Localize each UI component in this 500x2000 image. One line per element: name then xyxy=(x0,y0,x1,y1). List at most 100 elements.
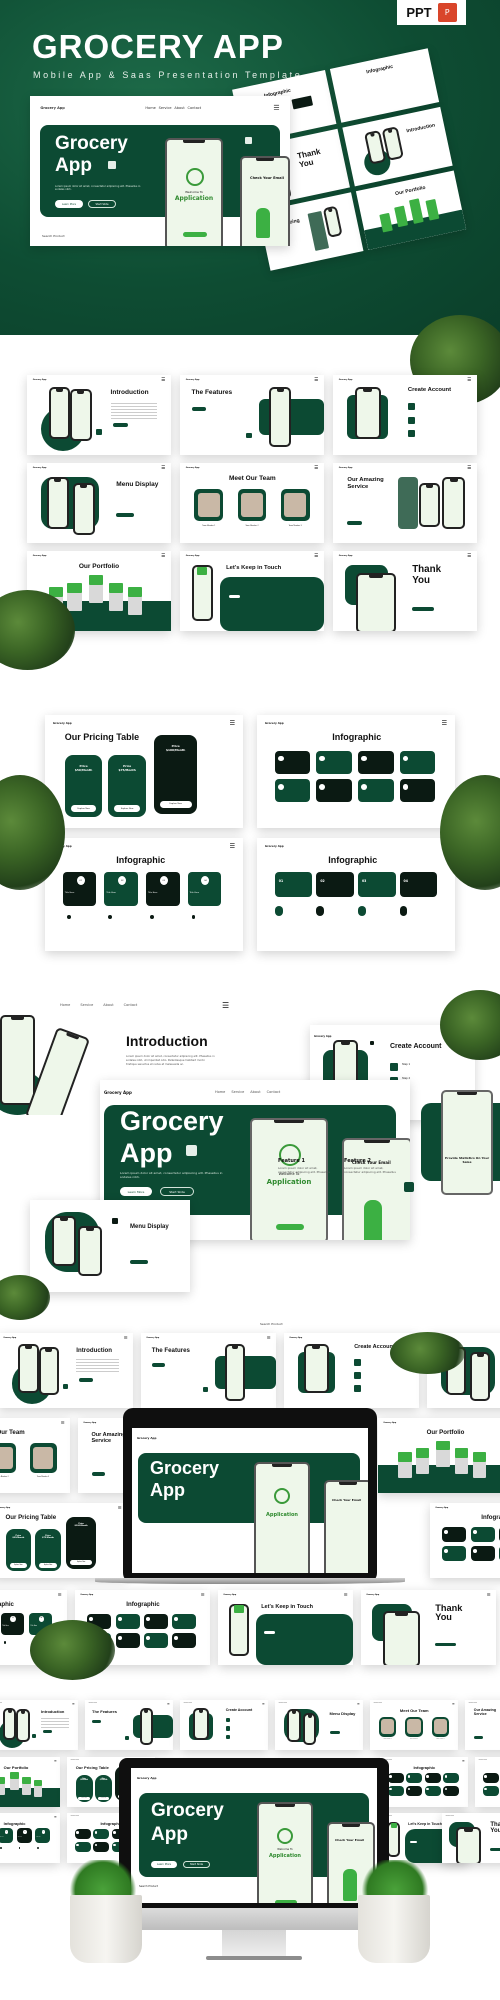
slide-service: Grocery App ☰ Our AmazingService xyxy=(333,463,477,543)
start-slide-button[interactable]: Start Slide xyxy=(160,1187,194,1196)
learn-more-button[interactable]: Learn More xyxy=(120,1187,152,1196)
bullet xyxy=(108,914,113,920)
hamburger-menu-icon[interactable]: ☰ xyxy=(314,554,318,559)
phone-mockup xyxy=(382,1611,421,1665)
start-slide-button[interactable]: Start Slide xyxy=(183,1861,210,1868)
infographic-card xyxy=(274,751,311,774)
team-member-photo xyxy=(407,1719,421,1734)
nav-link-about[interactable]: About xyxy=(174,106,184,110)
hamburger-menu-icon[interactable]: ☰ xyxy=(167,1702,170,1706)
hamburger-menu-icon[interactable]: ☰ xyxy=(54,1759,57,1763)
cover-title-line2: App xyxy=(151,1824,188,1845)
team-member-name: Team Member 3 xyxy=(36,1476,50,1478)
nav-link-service[interactable]: Service xyxy=(231,1090,244,1094)
nav-link-home[interactable]: Home xyxy=(215,1090,225,1094)
read-more-button xyxy=(92,1720,101,1723)
phone-welcome-text: Welcome To xyxy=(277,1848,293,1851)
nav-brand: Grocery App xyxy=(70,1759,79,1761)
nav-link-contact[interactable]: Contact xyxy=(124,1003,138,1007)
hamburger-menu-icon[interactable]: ☰ xyxy=(229,720,235,727)
get-started-button[interactable] xyxy=(275,1900,297,1903)
hamburger-menu-icon[interactable]: ☰ xyxy=(357,1702,360,1706)
phone-app-title: Application xyxy=(266,1512,298,1518)
learn-more-button[interactable]: Learn More xyxy=(151,1861,177,1868)
nav-link-contact[interactable]: Contact xyxy=(188,106,202,110)
team-member-photo xyxy=(381,1719,395,1734)
hamburger-menu-icon[interactable]: ☰ xyxy=(201,1593,205,1598)
hamburger-menu-icon[interactable]: ☰ xyxy=(467,378,471,383)
cover-body: Lorem ipsum dolor sit amet, consectetur … xyxy=(55,185,141,191)
explore-now-button[interactable]: Explore Now xyxy=(70,805,97,813)
hamburger-menu-icon[interactable]: ☰ xyxy=(124,1336,128,1341)
explore-now-button[interactable]: Explore Now xyxy=(97,1797,110,1800)
hamburger-menu-icon[interactable]: ☰ xyxy=(229,843,235,850)
hamburger-menu-icon[interactable]: ☰ xyxy=(467,554,471,559)
hamburger-menu-icon[interactable]: ☰ xyxy=(58,1593,62,1598)
hamburger-menu-icon[interactable]: ☰ xyxy=(462,1759,465,1763)
nav-link-about[interactable]: About xyxy=(250,1090,260,1094)
hamburger-menu-icon[interactable]: ☰ xyxy=(161,554,165,559)
hamburger-menu-icon[interactable]: ☰ xyxy=(487,1593,491,1598)
feature-1-body: Lorem ipsum dolor sit amet, consectetur … xyxy=(278,1166,330,1174)
slide-intro: Grocery App ☰ Introduction xyxy=(0,1700,78,1750)
slide-contact: Grocery App ☰ Let's Keep in Touch xyxy=(218,1590,353,1665)
team-member-name: Team Member 2 xyxy=(409,1739,418,1740)
get-started-button[interactable] xyxy=(183,232,207,237)
hamburger-menu-icon[interactable]: ☰ xyxy=(441,720,447,727)
infographic-item-title: Title Here xyxy=(189,892,200,895)
infographic-card xyxy=(93,1841,110,1852)
hamburger-menu-icon[interactable]: ☰ xyxy=(467,466,471,471)
learn-more-button[interactable]: Learn More xyxy=(55,200,83,208)
search-product[interactable]: Search Product xyxy=(139,1885,158,1888)
hamburger-menu-icon[interactable]: ☰ xyxy=(273,104,279,112)
nav-link-about[interactable]: About xyxy=(103,1003,113,1007)
infographic-card xyxy=(357,751,394,774)
explore-now-button[interactable]: Explore Now xyxy=(78,1797,90,1800)
hamburger-menu-icon[interactable]: ☰ xyxy=(262,1702,265,1706)
nav-link-service[interactable]: Service xyxy=(80,1003,93,1007)
hamburger-menu-icon[interactable]: ☰ xyxy=(118,1506,122,1511)
hamburger-menu-icon[interactable]: ☰ xyxy=(161,466,165,471)
phone-mockup xyxy=(304,1344,329,1393)
decor-square xyxy=(108,161,116,169)
hamburger-menu-icon[interactable]: ☰ xyxy=(72,1702,75,1706)
thanks-line2: You xyxy=(490,1828,500,1835)
hamburger-menu-icon[interactable]: ☰ xyxy=(452,1702,455,1706)
start-slide-button[interactable]: Start Slide xyxy=(88,200,116,208)
portfolio-item-header xyxy=(0,1777,6,1784)
number-circle xyxy=(316,905,325,916)
globe-icon xyxy=(277,1828,293,1844)
plan-price: Price$100/Month xyxy=(154,744,198,752)
feature-2-body: Lorem ipsum dolor sit amet, consectetur … xyxy=(344,1166,396,1174)
decor-block xyxy=(220,576,324,631)
explore-now-button[interactable]: Explore Now xyxy=(159,800,192,808)
nav-link-home[interactable]: Home xyxy=(145,106,155,110)
hamburger-menu-icon[interactable]: ☰ xyxy=(314,466,318,471)
plan-price: Price $50/Month xyxy=(76,1779,93,1781)
search-product[interactable]: Search Product xyxy=(42,234,65,238)
explore-now-button[interactable]: Explore Now xyxy=(39,1563,57,1568)
slide-menu: Grocery App ☰ Menu Display xyxy=(27,463,171,543)
hamburger-menu-icon[interactable]: ☰ xyxy=(267,1336,271,1341)
slide-title: Create Account xyxy=(407,387,452,393)
hamburger-menu-icon[interactable]: ☰ xyxy=(314,378,318,383)
nav-link-contact[interactable]: Contact xyxy=(267,1090,281,1094)
slide-title: Let's Keep in Touch xyxy=(226,565,282,572)
hamburger-menu-icon[interactable]: ☰ xyxy=(344,1593,348,1598)
number-circle xyxy=(399,905,408,916)
hamburger-menu-icon[interactable]: ☰ xyxy=(61,1421,65,1426)
portfolio-item-header xyxy=(109,583,124,594)
nav-link-home[interactable]: Home xyxy=(60,1003,70,1007)
phone-welcome: Welcome To Application xyxy=(165,138,223,246)
infographic-item-title: Title Here xyxy=(106,892,116,895)
explore-now-button[interactable]: Explore Now xyxy=(114,805,141,813)
decor-block xyxy=(203,1387,209,1393)
thanks-button xyxy=(490,1848,500,1851)
hamburger-menu-icon[interactable]: ☰ xyxy=(222,1001,229,1010)
explore-now-button[interactable]: Explore Now xyxy=(9,1563,28,1568)
nav-link-service[interactable]: Service xyxy=(159,106,172,110)
explore-now-button[interactable]: Explore Now xyxy=(70,1560,92,1565)
thanks-button-2 xyxy=(436,607,459,611)
hamburger-menu-icon[interactable]: ☰ xyxy=(161,378,165,383)
hamburger-menu-icon[interactable]: ☰ xyxy=(54,1815,57,1819)
